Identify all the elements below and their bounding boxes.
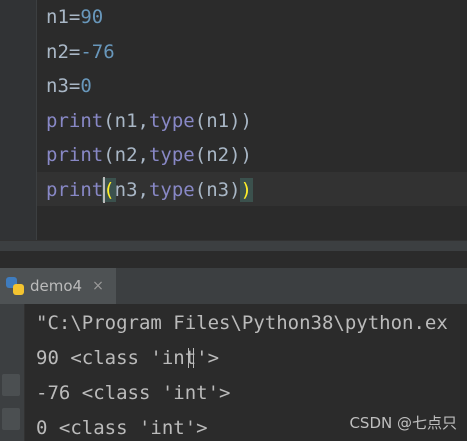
- code-token: n1,: [114, 109, 149, 132]
- matched-bracket: ): [240, 178, 252, 201]
- code-token: ): [229, 178, 241, 201]
- run-tab-bar: demo4 ×: [0, 268, 467, 306]
- code-token: (: [103, 109, 115, 132]
- code-token: print: [46, 109, 104, 132]
- code-token: n2,: [114, 144, 149, 166]
- code-token: print: [46, 178, 104, 201]
- code-token: (: [194, 144, 207, 166]
- code-token: n1: [206, 109, 230, 132]
- run-tab-demo4[interactable]: demo4 ×: [0, 268, 116, 306]
- python-icon: [6, 277, 24, 295]
- code-line[interactable]: print(n3,type(n3)): [46, 173, 252, 207]
- code-token: =: [68, 6, 81, 28]
- code-token: type: [148, 144, 195, 166]
- console-output-line: 0 <class 'int'>: [36, 417, 208, 439]
- code-token: print: [46, 144, 104, 166]
- text-cursor-icon: [188, 348, 194, 368]
- run-toolbar: [0, 304, 25, 441]
- code-token: type: [148, 178, 195, 201]
- code-token: n2: [206, 144, 230, 166]
- code-line[interactable]: print(n2,type(n2)): [46, 138, 252, 172]
- console-output-line: "C:\Program Files\Python38\python.ex: [36, 312, 448, 334]
- editor-gutter[interactable]: [0, 0, 37, 240]
- code-token: n3,: [114, 178, 149, 201]
- run-tab-label: demo4: [30, 277, 83, 295]
- code-token: ): [229, 109, 241, 132]
- code-token: 0: [80, 75, 92, 97]
- code-token: (: [194, 109, 207, 132]
- code-token: (: [103, 144, 115, 166]
- code-line[interactable]: n2=-76: [46, 35, 115, 69]
- code-token: n2: [46, 40, 69, 63]
- scroll-to-end-icon[interactable]: [2, 374, 20, 396]
- code-token: n3: [46, 75, 69, 97]
- code-token: -76: [80, 40, 115, 63]
- code-line[interactable]: n1=90: [46, 0, 103, 34]
- code-token: (: [194, 178, 207, 201]
- watermark: CSDN @七点只: [349, 414, 457, 432]
- code-token: n3: [206, 178, 230, 201]
- code-token: =: [68, 75, 81, 97]
- close-icon[interactable]: ×: [92, 278, 104, 294]
- code-token: =: [68, 40, 81, 63]
- code-token: n1: [46, 6, 69, 28]
- code-editor[interactable]: n1=90 n2=-76 n3=0 print(n1,type(n1)) print(n…: [0, 0, 467, 240]
- code-token: ): [240, 144, 252, 166]
- text-caret: [103, 177, 105, 203]
- code-line[interactable]: print(n1,type(n1)): [46, 104, 252, 138]
- code-token: type: [148, 109, 195, 132]
- code-line[interactable]: n3=0: [46, 69, 92, 103]
- code-token: ): [229, 144, 241, 166]
- console-output-line: -76 <class 'int'>: [36, 382, 231, 404]
- panel-divider[interactable]: [0, 240, 467, 251]
- code-token: ): [240, 109, 252, 132]
- soft-wrap-icon[interactable]: [2, 408, 20, 430]
- code-token: 90: [80, 6, 104, 28]
